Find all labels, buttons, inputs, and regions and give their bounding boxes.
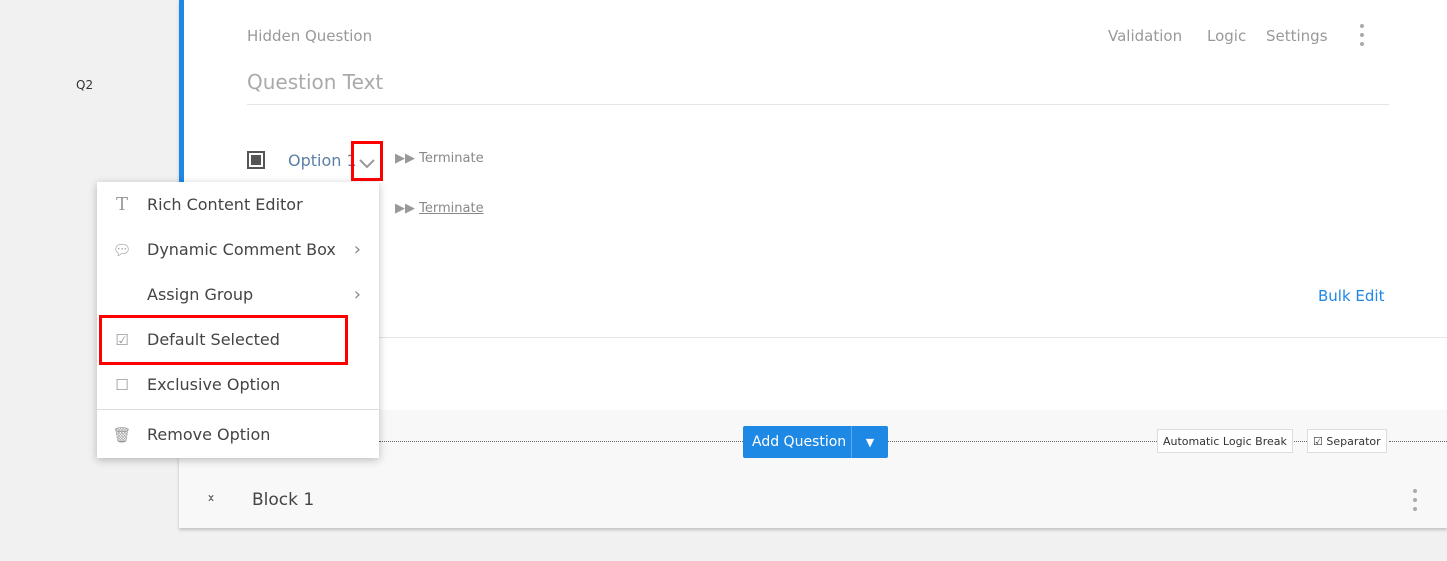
separator-label: Separator bbox=[1326, 434, 1381, 448]
menu-item-rich-content-editor[interactable]: T Rich Content Editor bbox=[97, 182, 379, 227]
separator-line bbox=[1294, 441, 1307, 442]
highlight-box bbox=[99, 315, 348, 365]
terminate-label: Terminate bbox=[419, 151, 484, 166]
menu-item-dynamic-comment-box[interactable]: 💬︎ Dynamic Comment Box › bbox=[97, 227, 379, 272]
text-format-icon: T bbox=[115, 194, 128, 215]
settings-tab[interactable]: Settings bbox=[1266, 27, 1328, 45]
validation-tab[interactable]: Validation bbox=[1108, 27, 1182, 45]
chevron-right-icon: › bbox=[353, 239, 361, 260]
menu-item-remove-option[interactable]: 🗑︎ Remove Option bbox=[97, 412, 379, 457]
option-1-label[interactable]: Option 1 bbox=[288, 151, 357, 170]
collapse-icon[interactable]: ⌄ ⌃ bbox=[206, 488, 216, 509]
separator-line bbox=[379, 441, 743, 442]
separator-toggle[interactable]: ☑ Separator bbox=[1307, 429, 1387, 453]
block-title[interactable]: Block 1 bbox=[252, 490, 314, 510]
skip-icon: ▶▶ bbox=[395, 201, 415, 216]
divider bbox=[379, 337, 1447, 338]
add-question-button[interactable]: Add Question ▼ bbox=[743, 426, 888, 458]
menu-item-assign-group[interactable]: Assign Group › bbox=[97, 272, 379, 317]
option-1-logic[interactable]: ▶▶ Terminate bbox=[395, 151, 484, 166]
checkbox-checked-icon: ☑ bbox=[1313, 434, 1323, 448]
separator-line bbox=[888, 441, 1157, 442]
question-text-input[interactable]: Question Text bbox=[247, 70, 1389, 105]
option-checkbox[interactable] bbox=[247, 151, 265, 169]
menu-label: Assign Group bbox=[147, 285, 254, 304]
terminate-link[interactable]: Terminate bbox=[419, 201, 483, 216]
menu-label: Exclusive Option bbox=[147, 375, 281, 394]
automatic-logic-break-button[interactable]: Automatic Logic Break bbox=[1157, 429, 1293, 453]
skip-icon: ▶▶ bbox=[395, 151, 415, 166]
logic-tab[interactable]: Logic bbox=[1207, 27, 1246, 45]
option-2-logic[interactable]: ▶▶ Terminate bbox=[395, 201, 484, 216]
caret-down-icon[interactable]: ▼ bbox=[852, 436, 888, 449]
add-question-label[interactable]: Add Question bbox=[743, 426, 852, 458]
menu-label: Rich Content Editor bbox=[147, 195, 303, 214]
bulk-edit-link[interactable]: Bulk Edit bbox=[1318, 287, 1384, 305]
question-number: Q2 bbox=[76, 78, 94, 92]
option-dropdown-chevron-icon[interactable] bbox=[351, 141, 383, 181]
more-options-icon[interactable] bbox=[1360, 24, 1364, 46]
checkbox-icon: ☐ bbox=[115, 375, 129, 394]
menu-label: Remove Option bbox=[147, 425, 271, 444]
separator-line bbox=[1389, 441, 1447, 442]
trash-icon: 🗑︎ bbox=[112, 425, 132, 444]
menu-item-exclusive-option[interactable]: ☐ Exclusive Option bbox=[97, 362, 379, 407]
block-more-icon[interactable] bbox=[1413, 489, 1417, 511]
menu-label: Dynamic Comment Box bbox=[147, 240, 336, 259]
comment-icon: 💬︎ bbox=[112, 240, 132, 259]
chevron-right-icon: › bbox=[353, 284, 361, 305]
question-type-label: Hidden Question bbox=[247, 27, 373, 45]
menu-divider bbox=[97, 409, 379, 410]
